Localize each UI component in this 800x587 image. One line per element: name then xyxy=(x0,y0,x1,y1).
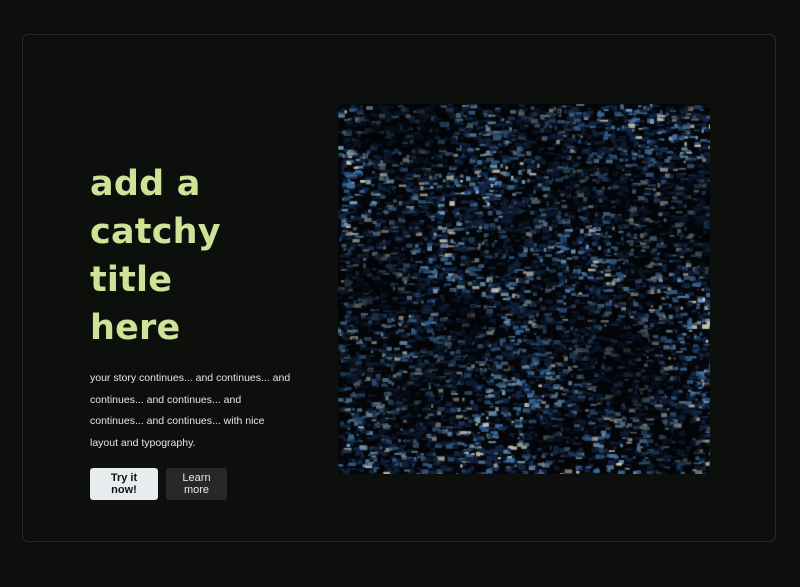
textured-image xyxy=(338,104,710,474)
hero-title: add a catchy title here xyxy=(90,160,300,352)
hero-title-line-3: here xyxy=(90,308,181,348)
hero-content: add a catchy title here your story conti… xyxy=(90,160,300,500)
hero-actions: Try it now! Learn more xyxy=(90,468,300,500)
hero-title-line-2: catchy title xyxy=(90,212,221,300)
learn-more-button[interactable]: Learn more xyxy=(166,468,227,500)
hero-title-line-1: add a xyxy=(90,164,201,204)
hero-body-text: your story continues... and continues...… xyxy=(90,372,291,449)
try-it-now-button[interactable]: Try it now! xyxy=(90,468,158,500)
hero-image xyxy=(338,104,710,474)
